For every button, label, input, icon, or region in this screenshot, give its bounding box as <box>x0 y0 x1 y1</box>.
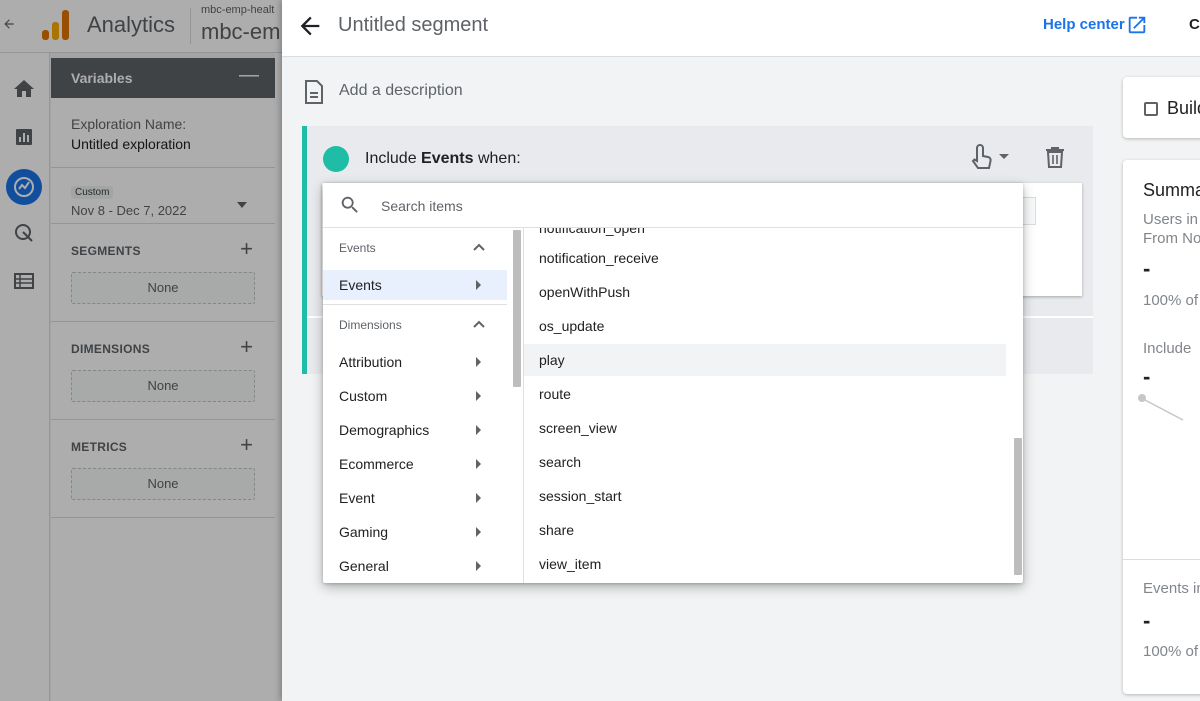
category-item-label: Event <box>339 490 375 506</box>
caret-right-icon <box>476 493 481 503</box>
event-item[interactable]: os_update <box>524 310 1006 342</box>
event-item[interactable]: notification_receive <box>524 242 1006 274</box>
event-item[interactable]: route <box>524 378 1006 410</box>
event-item-label: share <box>539 522 575 538</box>
summary-title: Summa <box>1143 180 1200 200</box>
category-item-label: Demographics <box>339 422 430 438</box>
caret-right-icon <box>476 357 481 367</box>
event-item-label: play <box>539 352 565 368</box>
condition-color-dot <box>323 146 349 172</box>
category-item-demographics[interactable]: Demographics <box>323 415 507 445</box>
users-value: - <box>1143 256 1151 281</box>
build-audience-card: Build <box>1123 77 1200 138</box>
open-in-new-icon[interactable] <box>1126 14 1148 36</box>
category-item-label: Gaming <box>339 524 389 540</box>
summary-divider <box>1123 559 1200 560</box>
users-percent: 100% of <box>1143 292 1199 309</box>
users-label-line2: From No <box>1143 230 1200 247</box>
events-label: Events in <box>1143 580 1200 597</box>
category-item-label: Attribution <box>339 354 403 370</box>
events-percent: 100% of <box>1143 643 1199 660</box>
search-input[interactable] <box>381 195 981 217</box>
event-item-label: os_update <box>539 318 605 334</box>
event-item-label: route <box>539 386 571 402</box>
category-item-label: Custom <box>339 388 388 404</box>
delete-trash-icon[interactable] <box>1045 146 1065 168</box>
include-value: - <box>1143 364 1151 389</box>
event-item-label: search <box>539 454 582 470</box>
caret-right-icon <box>476 280 481 290</box>
event-item[interactable]: view_item <box>524 548 1006 580</box>
category-item-label: Events <box>339 277 382 293</box>
condition-prefix: Include <box>365 150 417 167</box>
segment-header: Untitled segment Help center C <box>282 0 1200 57</box>
category-item-general[interactable]: General <box>323 551 507 581</box>
category-item-gaming[interactable]: Gaming <box>323 517 507 547</box>
modal-scrim[interactable] <box>0 0 282 701</box>
event-item[interactable]: openWithPush <box>524 276 1006 308</box>
event-item[interactable]: session_start <box>524 480 1006 512</box>
build-audience-label: Build <box>1167 98 1200 118</box>
event-item-hovered[interactable]: play <box>524 344 1006 376</box>
category-list: Events Events Dimensions Attribution Cus… <box>323 228 523 583</box>
event-item-label: openWithPush <box>539 284 631 300</box>
category-item-events[interactable]: Events <box>323 270 507 300</box>
category-item-event[interactable]: Event <box>323 483 507 513</box>
close-back-arrow-icon[interactable] <box>296 12 324 40</box>
description-icon <box>304 80 324 104</box>
event-item-label: session_start <box>539 488 622 504</box>
category-item-label: Ecommerce <box>339 456 414 472</box>
caret-right-icon <box>476 425 481 435</box>
scope-touch-icon[interactable] <box>967 144 1011 170</box>
category-item-ecommerce[interactable]: Ecommerce <box>323 449 507 479</box>
search-icon <box>339 194 361 216</box>
segment-title[interactable]: Untitled segment <box>338 14 488 37</box>
event-item-label: notification_open <box>539 228 645 236</box>
event-list: notification_open notification_receive o… <box>524 228 1023 583</box>
caret-right-icon <box>476 459 481 469</box>
event-item-label: screen_view <box>539 420 617 436</box>
caret-right-icon <box>476 561 481 571</box>
summary-card: Summa Users in From No - 100% of Include… <box>1123 160 1200 694</box>
include-label: Include <box>1143 340 1192 357</box>
users-label: Users in From No <box>1143 210 1200 248</box>
category-scrollbar[interactable] <box>513 230 521 387</box>
chart-line <box>1144 399 1184 421</box>
event-list-scrollbar[interactable] <box>1014 438 1022 575</box>
event-item[interactable]: search <box>524 446 1006 478</box>
category-header-events[interactable]: Events <box>323 228 507 268</box>
category-item-attribution[interactable]: Attribution <box>323 347 507 377</box>
help-center-link[interactable]: Help center <box>1043 16 1125 33</box>
chevron-up-icon <box>473 320 485 328</box>
event-item[interactable]: screen_view <box>524 412 1006 444</box>
events-value: - <box>1143 608 1151 633</box>
category-header-label: Events <box>339 241 376 255</box>
condition-suffix: when: <box>477 150 521 167</box>
build-audience-checkbox[interactable] <box>1144 102 1158 116</box>
chart-point <box>1138 394 1146 402</box>
summary-mini-chart <box>1138 394 1184 421</box>
truncated-action-button[interactable]: C <box>1189 16 1200 33</box>
caret-right-icon <box>476 391 481 401</box>
event-item-label: view_item <box>539 556 602 572</box>
event-picker-dropdown: Events Events Dimensions Attribution Cus… <box>323 183 1023 583</box>
users-label-line1: Users in <box>1143 211 1199 228</box>
condition-scope[interactable]: Events <box>421 150 473 167</box>
event-item-label: notification_receive <box>539 250 659 266</box>
picker-search-bar <box>323 183 1023 228</box>
condition-heading: Include Events when: <box>365 150 521 168</box>
category-item-label: General <box>339 558 389 574</box>
category-item-custom[interactable]: Custom <box>323 381 507 411</box>
category-header-dimensions[interactable]: Dimensions <box>323 305 507 345</box>
description-field[interactable]: Add a description <box>339 82 463 100</box>
category-header-label: Dimensions <box>339 318 402 332</box>
caret-right-icon <box>476 527 481 537</box>
event-item[interactable]: share <box>524 514 1006 546</box>
chevron-up-icon <box>473 243 485 251</box>
